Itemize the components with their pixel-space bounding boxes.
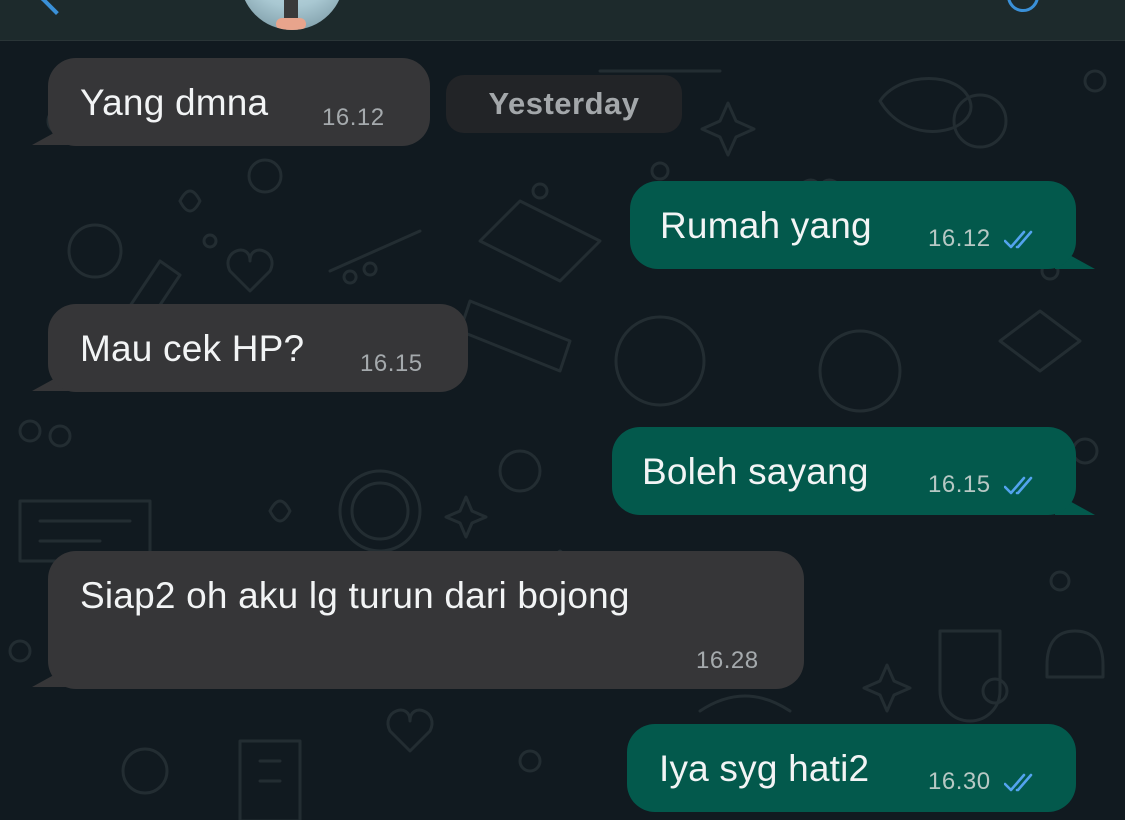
contact-avatar[interactable] [240,0,344,30]
message-bubble-outgoing[interactable]: Rumah yang 16.12 [630,181,1076,269]
message-time-label: 16.15 [928,471,991,498]
chat-header [0,0,1125,41]
message-bubble-incoming[interactable]: Siap2 oh aku lg turun dari bojong 16.28 [48,551,804,689]
double-check-read-icon [1003,230,1033,248]
message-time-label: 16.30 [928,768,991,795]
message-time: 16.28 [696,647,759,674]
message-time-label: 16.12 [928,225,991,252]
message-text: Mau cek HP? [80,328,305,369]
phone-icon[interactable] [1007,0,1039,12]
message-time: 16.15 [928,471,1038,499]
message-bubble-outgoing[interactable]: Iya syg hati2 16.30 [627,724,1076,812]
message-time: 16.12 [928,225,1038,253]
message-bubble-incoming[interactable]: Yang dmna 16.12 [48,58,430,146]
double-check-read-icon [1003,773,1033,791]
avatar-feet [276,18,306,30]
date-separator: Yesterday [446,75,682,133]
chat-area[interactable]: Yesterday Yang dmna 16.12 Rumah yang 16.… [0,41,1125,820]
message-text: Rumah yang [660,205,872,246]
message-time: 16.12 [322,104,385,131]
message-text: Iya syg hati2 [659,748,870,789]
message-time: 16.15 [360,350,423,377]
message-time: 16.30 [928,768,1038,796]
message-text: Siap2 oh aku lg turun dari bojong [80,575,630,616]
double-check-read-icon [1003,476,1033,494]
message-bubble-incoming[interactable]: Mau cek HP? 16.15 [48,304,468,392]
chevron-left-icon[interactable] [39,0,73,15]
message-bubble-outgoing[interactable]: Boleh sayang 16.15 [612,427,1076,515]
message-text: Yang dmna [80,82,269,123]
message-text: Boleh sayang [642,451,869,492]
